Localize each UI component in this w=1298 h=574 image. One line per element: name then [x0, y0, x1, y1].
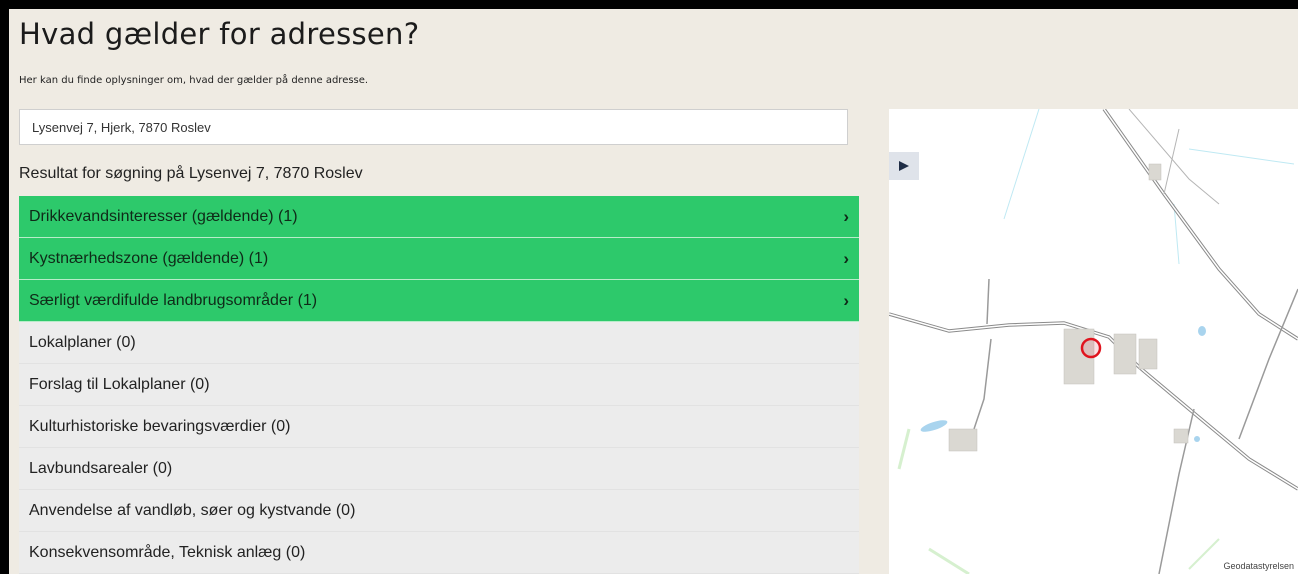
result-item-label: Konsekvensområde, Teknisk anlæg (0)	[29, 543, 306, 561]
chevron-right-icon: ›	[843, 206, 849, 226]
play-right-icon	[899, 161, 909, 171]
map-attribution: Geodatastyrelsen	[1221, 560, 1296, 572]
result-item-landbrugsomraader[interactable]: Særligt værdifulde landbrugsområder (1) …	[19, 280, 859, 322]
address-search-input[interactable]	[19, 109, 848, 145]
map-panel-toggle-button[interactable]	[889, 152, 919, 180]
results-list: Drikkevandsinteresser (gældende) (1) › K…	[19, 196, 859, 574]
result-item-vandloeb[interactable]: Anvendelse af vandløb, søer og kystvande…	[19, 490, 859, 532]
result-item-lokalplaner[interactable]: Lokalplaner (0)	[19, 322, 859, 364]
result-item-kystnaerhedszone[interactable]: Kystnærhedszone (gældende) (1) ›	[19, 238, 859, 280]
address-marker-icon	[1080, 337, 1102, 359]
chevron-right-icon: ›	[843, 290, 849, 310]
map-canvas	[889, 109, 1298, 574]
result-item-kulturhistoriske[interactable]: Kulturhistoriske bevaringsværdier (0)	[19, 406, 859, 448]
chevron-right-icon: ›	[843, 248, 849, 268]
result-item-drikkevandsinteresser[interactable]: Drikkevandsinteresser (gældende) (1) ›	[19, 196, 859, 238]
result-item-label: Kulturhistoriske bevaringsværdier (0)	[29, 417, 291, 435]
page-subtitle: Her kan du finde oplysninger om, hvad de…	[19, 75, 369, 86]
result-item-label: Drikkevandsinteresser (gældende) (1)	[29, 207, 298, 225]
result-item-konsekvensomraade[interactable]: Konsekvensområde, Teknisk anlæg (0)	[19, 532, 859, 574]
result-item-label: Særligt værdifulde landbrugsområder (1)	[29, 291, 318, 309]
result-item-label: Lavbundsarealer (0)	[29, 459, 173, 477]
result-item-forslag-lokalplaner[interactable]: Forslag til Lokalplaner (0)	[19, 364, 859, 406]
page-title: Hvad gælder for adressen?	[19, 17, 420, 51]
result-heading: Resultat for søgning på Lysenvej 7, 7870…	[19, 165, 363, 182]
result-item-label: Kystnærhedszone (gældende) (1)	[29, 249, 269, 267]
result-item-label: Forslag til Lokalplaner (0)	[29, 375, 210, 393]
result-item-label: Lokalplaner (0)	[29, 333, 136, 351]
map-view[interactable]: Geodatastyrelsen	[889, 109, 1298, 574]
result-item-lavbundsarealer[interactable]: Lavbundsarealer (0)	[19, 448, 859, 490]
result-item-label: Anvendelse af vandløb, søer og kystvande…	[29, 501, 356, 519]
page: Hvad gælder for adressen? Her kan du fin…	[9, 9, 1298, 574]
